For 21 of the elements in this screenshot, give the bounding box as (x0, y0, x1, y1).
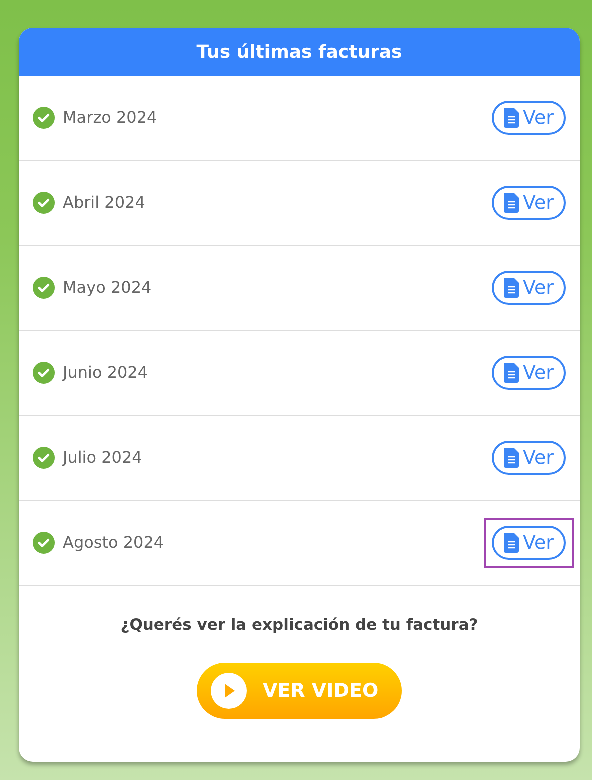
view-button[interactable]: Ver (492, 526, 566, 560)
invoice-period: Junio 2024 (63, 362, 148, 384)
document-icon (504, 448, 519, 468)
question-text: ¿Querés ver la explicación de tu factura? (120, 615, 480, 636)
view-button[interactable]: Ver (492, 440, 566, 476)
play-icon (211, 673, 247, 710)
view-button[interactable]: Ver (492, 186, 566, 220)
view-button[interactable]: Ver (492, 270, 566, 306)
card-title: Tus últimas facturas (19, 28, 580, 76)
document-icon (504, 278, 519, 298)
document-icon (504, 193, 519, 213)
invoice-period: Abril 2024 (63, 192, 146, 214)
document-icon (504, 363, 519, 383)
view-button[interactable]: Ver (492, 356, 566, 390)
invoice-period: Julio 2024 (63, 447, 142, 469)
invoice-period: Agosto 2024 (63, 532, 164, 554)
view-button[interactable]: Ver (492, 100, 566, 136)
document-icon (504, 533, 519, 553)
invoice-period: Mayo 2024 (63, 277, 152, 299)
document-icon (504, 108, 519, 128)
invoice-period: Marzo 2024 (63, 107, 158, 129)
